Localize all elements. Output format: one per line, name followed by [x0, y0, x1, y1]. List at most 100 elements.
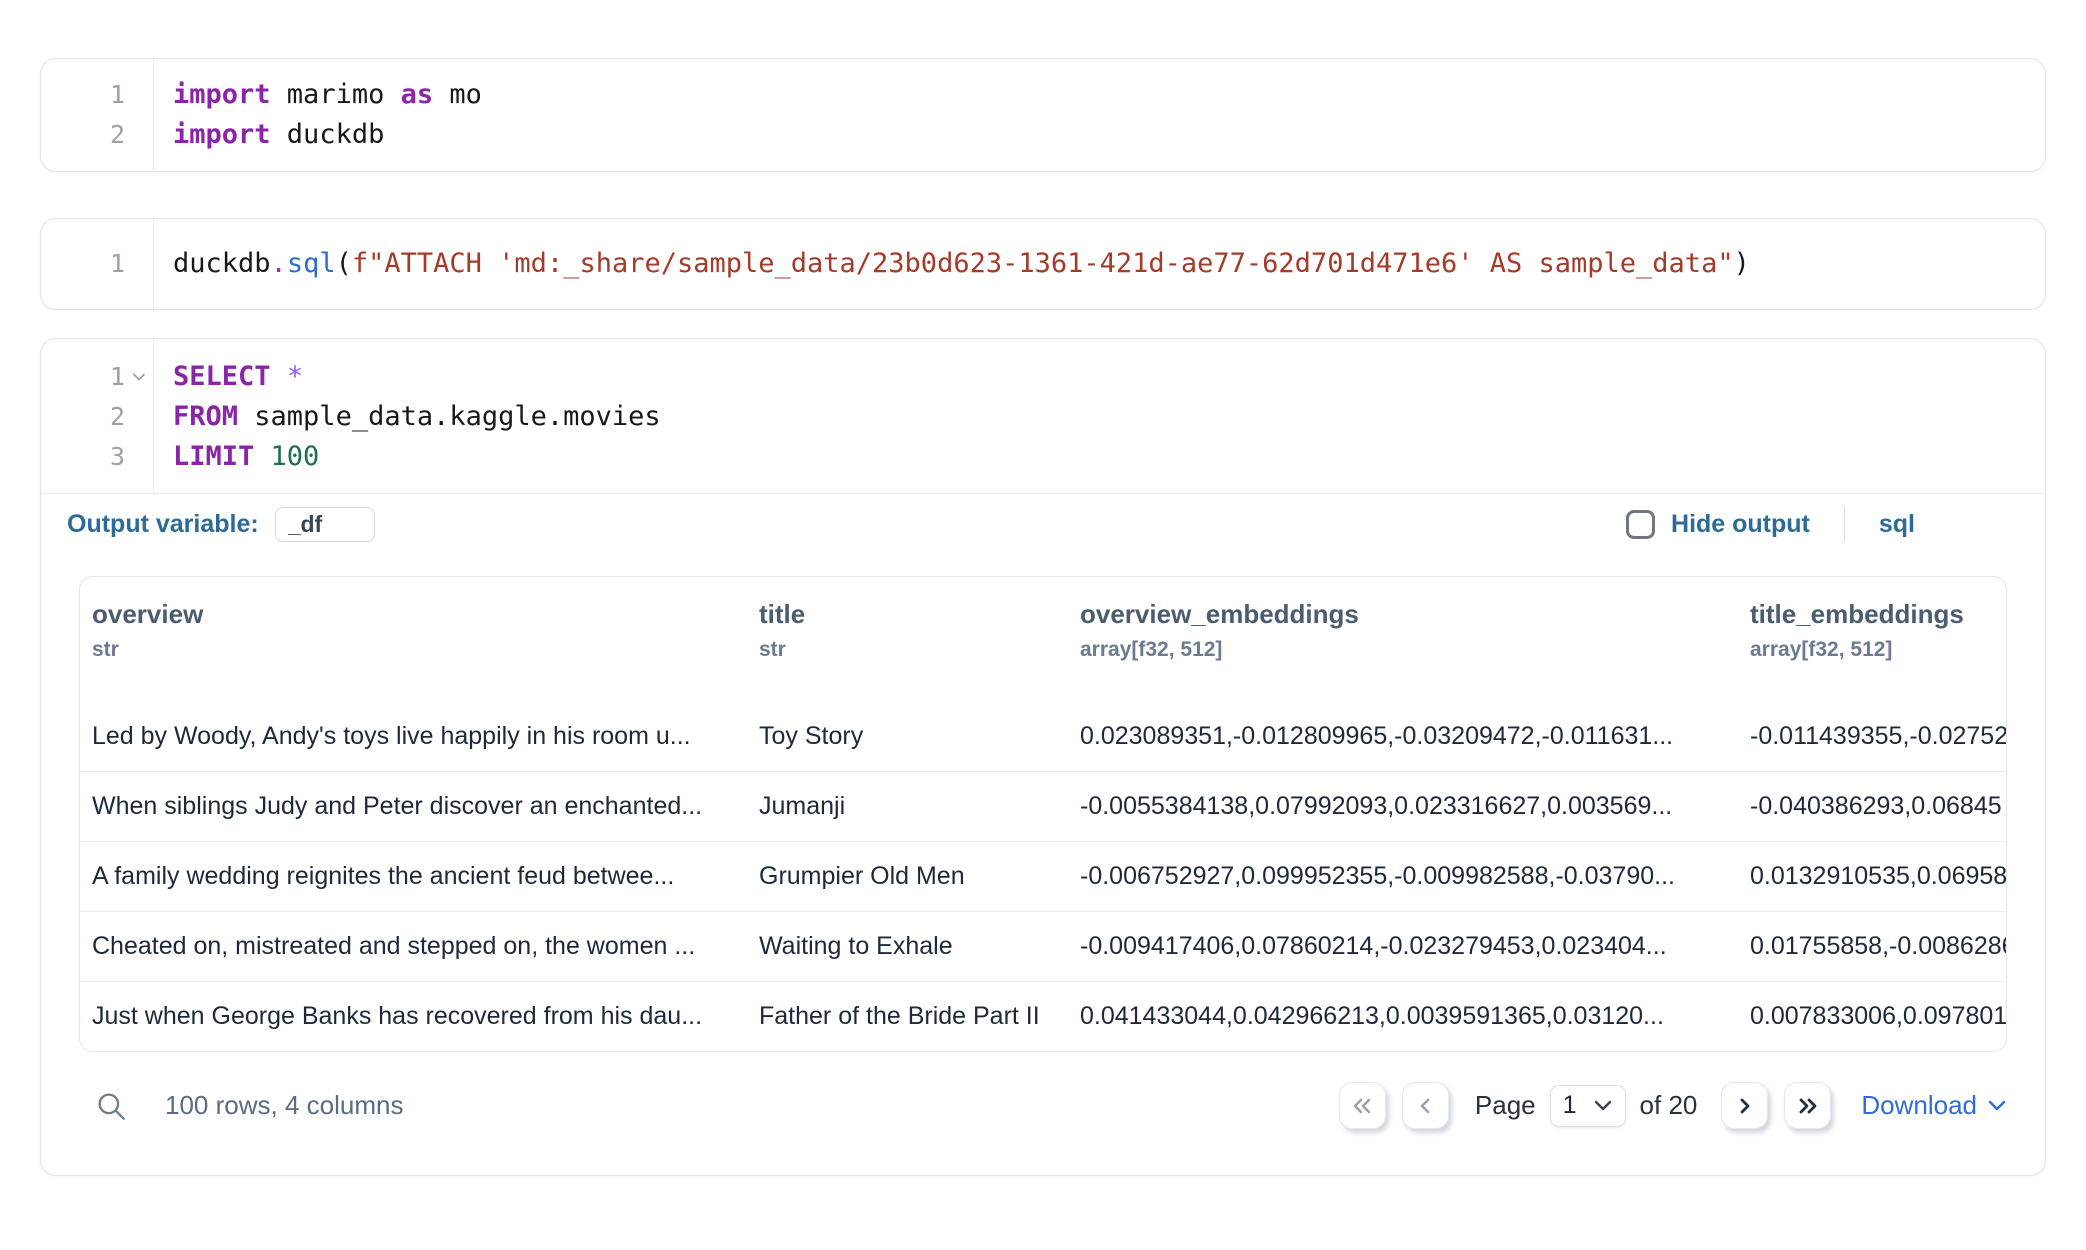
line-number: 1: [41, 75, 125, 115]
next-page-button[interactable]: [1721, 1082, 1768, 1129]
search-button[interactable]: [91, 1086, 131, 1126]
code-token: SELECT: [173, 361, 271, 392]
chevron-right-icon: [1733, 1094, 1757, 1118]
column-dtype: array[f32, 512]: [1080, 638, 1726, 662]
fold-chevron-icon[interactable]: [125, 357, 153, 397]
cell-overview: When siblings Judy and Peter discover an…: [80, 772, 747, 842]
line-number: 2: [41, 397, 125, 437]
cell-overview: Just when George Banks has recovered fro…: [80, 982, 747, 1052]
output-variable-input[interactable]: [275, 507, 375, 542]
code-editor[interactable]: 1 SELECT * 2 FROM sample_data.kaggle.movies…: [41, 339, 2045, 493]
table-row: Led by Woody, Andy's toys live happily i…: [80, 702, 2006, 772]
line-number: 1: [41, 357, 125, 397]
hide-output-checkbox[interactable]: [1626, 510, 1655, 539]
cell-title: Toy Story: [747, 702, 1068, 772]
table-row: Just when George Banks has recovered fro…: [80, 982, 2006, 1052]
line-number: 2: [41, 115, 125, 155]
code-token: [254, 441, 270, 472]
column-name: overview: [92, 599, 735, 630]
first-page-button[interactable]: [1339, 1082, 1386, 1129]
code-token: import: [173, 119, 271, 150]
code-line-text[interactable]: import duckdb: [153, 115, 2045, 155]
cell-overview_embeddings: -0.009417406,0.07860214,-0.023279453,0.0…: [1068, 912, 1738, 982]
double-chevron-right-icon: [1794, 1094, 1822, 1118]
chevron-down-icon: [1593, 1099, 1613, 1113]
code-token: sql: [287, 248, 336, 279]
code-editor[interactable]: 1 import marimo as mo 2 import duckdb: [41, 59, 2045, 171]
code-token: "ATTACH 'md:_share/sample_data/23b0d623-…: [368, 248, 1733, 279]
code-token: ): [1734, 248, 1750, 279]
column-name: overview_embeddings: [1080, 599, 1726, 630]
results-table: overview str titlestr overview_embeddingsar…: [80, 577, 2006, 1051]
search-icon: [94, 1089, 128, 1123]
column-dtype: array[f32, 512]: [1750, 638, 1994, 662]
table-row: A family wedding reignites the ancient f…: [80, 842, 2006, 912]
table-footer: 100 rows, 4 columns Page 1: [79, 1082, 2007, 1129]
fold-gutter: [125, 244, 153, 284]
cell-title_embeddings: 0.007833006,0.097801: [1738, 982, 2006, 1052]
sql-cell: 1 SELECT * 2 FROM sample_data.kaggle.movies…: [40, 338, 2046, 1176]
marimo-notebook: 1 import marimo as mo 2 import duckdb 1 duck…: [0, 58, 2086, 1176]
language-badge: sql: [1879, 510, 1915, 539]
download-label: Download: [1861, 1090, 1977, 1121]
code-line-text[interactable]: SELECT *: [153, 357, 2045, 397]
previous-page-button[interactable]: [1402, 1082, 1449, 1129]
page-label: Page: [1475, 1090, 1536, 1121]
code-cell-imports: 1 import marimo as mo 2 import duckdb: [40, 58, 2046, 172]
cell-overview: Cheated on, mistreated and stepped on, t…: [80, 912, 747, 982]
code-token: (: [336, 248, 352, 279]
code-token: LIMIT: [173, 441, 254, 472]
fold-gutter: [125, 115, 153, 155]
table-header-row: overview str titlestr overview_embeddingsar…: [80, 577, 2006, 702]
row-count-status: 100 rows, 4 columns: [165, 1090, 403, 1121]
code-token: mo: [433, 79, 482, 110]
cell-title_embeddings: -0.011439355,-0.02752: [1738, 702, 2006, 772]
column-header-title[interactable]: titlestr: [747, 577, 1068, 702]
last-page-button[interactable]: [1784, 1082, 1831, 1129]
page-number-select[interactable]: 1: [1550, 1085, 1626, 1127]
code-token: 100: [271, 441, 320, 472]
column-dtype: str: [92, 638, 735, 662]
fold-gutter: [125, 437, 153, 477]
gutter-divider: [153, 219, 154, 309]
code-line: 1 import marimo as mo: [41, 75, 2045, 115]
code-token: FROM: [173, 401, 238, 432]
column-name: title: [759, 599, 1056, 630]
code-token: marimo: [271, 79, 401, 110]
cell-title: Waiting to Exhale: [747, 912, 1068, 982]
cell-overview_embeddings: 0.023089351,-0.012809965,-0.03209472,-0.…: [1068, 702, 1738, 772]
hide-output-label[interactable]: Hide output: [1671, 510, 1810, 539]
code-token: *: [287, 361, 303, 392]
cell-title: Father of the Bride Part II: [747, 982, 1068, 1052]
cell-overview_embeddings: 0.041433044,0.042966213,0.0039591365,0.0…: [1068, 982, 1738, 1052]
column-header-overview_embeddings[interactable]: overview_embeddings array[f32, 512]: [1068, 577, 1738, 702]
code-line-text[interactable]: LIMIT 100: [153, 437, 2045, 477]
dataframe-table: overview str titlestr overview_embeddingsar…: [79, 576, 2007, 1052]
column-name: title_embeddings: [1750, 599, 1994, 630]
cell-title: Jumanji: [747, 772, 1068, 842]
code-line: 1 SELECT *: [41, 357, 2045, 397]
code-line: 1 duckdb.sql(f"ATTACH 'md:_share/sample_d…: [41, 244, 2045, 284]
code-line-text[interactable]: import marimo as mo: [153, 75, 2045, 115]
output-variable-label: Output variable:: [67, 510, 259, 539]
column-header-overview[interactable]: overview str: [80, 577, 747, 702]
code-token: as: [401, 79, 434, 110]
code-editor[interactable]: 1 duckdb.sql(f"ATTACH 'md:_share/sample_d…: [41, 219, 2045, 309]
line-number: 3: [41, 437, 125, 477]
download-button[interactable]: Download: [1861, 1090, 2007, 1121]
code-token: [271, 361, 287, 392]
chevron-left-icon: [1413, 1094, 1437, 1118]
vertical-divider: [1844, 506, 1845, 542]
fold-gutter: [125, 397, 153, 437]
cell-overview: A family wedding reignites the ancient f…: [80, 842, 747, 912]
line-number: 1: [41, 244, 125, 284]
cell-title: Grumpier Old Men: [747, 842, 1068, 912]
column-header-title_embeddings[interactable]: title_embeddings array[f32, 512]: [1738, 577, 2006, 702]
gutter-divider: [153, 59, 154, 171]
code-line: 3 LIMIT 100: [41, 437, 2045, 477]
code-line-text[interactable]: FROM sample_data.kaggle.movies: [153, 397, 2045, 437]
code-line: 2 FROM sample_data.kaggle.movies: [41, 397, 2045, 437]
page-number-value: 1: [1563, 1091, 1577, 1120]
code-line-text[interactable]: duckdb.sql(f"ATTACH 'md:_share/sample_da…: [153, 244, 2045, 284]
code-token: duckdb: [271, 119, 385, 150]
